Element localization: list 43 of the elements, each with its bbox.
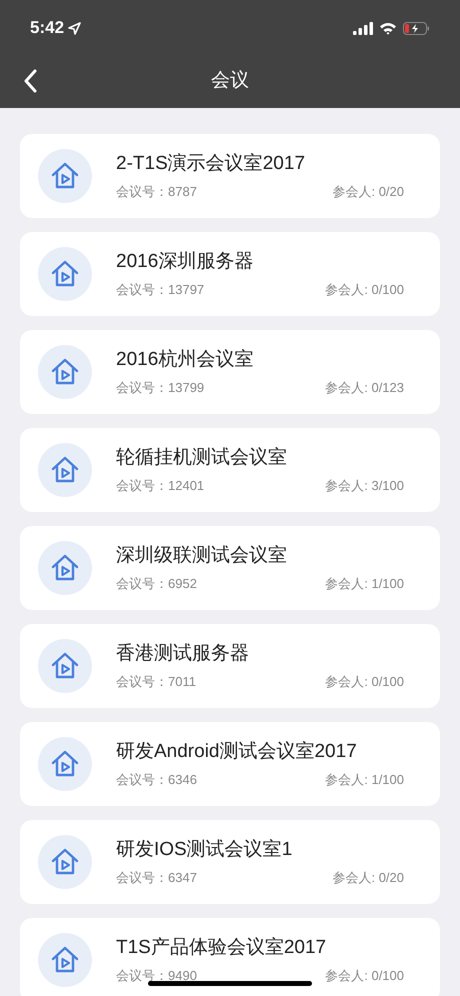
participant-count: 参会人: 0/100 <box>325 280 404 299</box>
meeting-card[interactable]: 2-T1S演示会议室2017 会议号：8787 参会人: 0/20 <box>20 134 440 218</box>
meeting-name: 轮循挂机测试会议室 <box>116 446 288 470</box>
participant-count: 参会人: 0/100 <box>325 966 404 985</box>
meeting-number: 会议号：9490 <box>116 966 197 985</box>
participant-count: 参会人: 3/100 <box>325 476 404 495</box>
meeting-card[interactable]: 深圳级联测试会议室 会议号：6952 参会人: 1/100 <box>20 526 440 610</box>
meeting-card[interactable]: 2016深圳服务器 会议号：13797 参会人: 0/100 <box>20 232 440 316</box>
participant-count: 参会人: 0/100 <box>325 672 404 691</box>
meeting-name: 深圳级联测试会议室 <box>116 544 288 568</box>
meeting-number: 会议号：8787 <box>116 182 197 201</box>
meeting-number: 会议号：13799 <box>116 378 204 397</box>
status-time: 5:42 <box>30 17 64 40</box>
meeting-name: 香港测试服务器 <box>116 642 250 666</box>
meeting-card[interactable]: T1S产品体验会议室2017 会议号：9490 参会人: 0/100 <box>20 918 440 996</box>
wifi-icon <box>379 22 397 34</box>
meeting-name: 2016杭州会议室 <box>116 348 254 372</box>
meeting-number: 会议号：6952 <box>116 574 197 593</box>
meeting-name: 2016深圳服务器 <box>116 250 254 274</box>
meeting-number: 会议号：7011 <box>116 672 196 691</box>
meeting-number: 会议号：6346 <box>116 770 197 789</box>
meeting-card[interactable]: 2016杭州会议室 会议号：13799 参会人: 0/123 <box>20 330 440 414</box>
meeting-number: 会议号：12401 <box>116 476 204 495</box>
meeting-name: 研发IOS测试会议室1 <box>116 838 294 862</box>
participant-count: 参会人: 0/123 <box>325 378 404 397</box>
page-title: 会议 <box>211 68 249 93</box>
meeting-name: 2-T1S演示会议室2017 <box>116 152 306 176</box>
participant-count: 参会人: 1/100 <box>325 574 404 593</box>
meeting-card[interactable]: 轮循挂机测试会议室 会议号：12401 参会人: 3/100 <box>20 428 440 512</box>
meeting-card[interactable]: 研发Android测试会议室2017 会议号：6346 参会人: 1/100 <box>20 722 440 806</box>
battery-icon <box>403 22 430 34</box>
signal-icon <box>353 22 373 34</box>
participant-count: 参会人: 0/20 <box>332 868 404 887</box>
meeting-number: 会议号：13797 <box>116 280 204 299</box>
participant-count: 参会人: 1/100 <box>325 770 404 789</box>
meeting-card[interactable]: 香港测试服务器 会议号：7011 参会人: 0/100 <box>20 624 440 708</box>
location-arrow-icon <box>68 22 82 34</box>
back-chevron-icon <box>23 69 37 93</box>
meeting-card[interactable]: 研发IOS测试会议室1 会议号：6347 参会人: 0/20 <box>20 820 440 904</box>
meeting-number: 会议号：6347 <box>116 868 197 887</box>
meeting-name: T1S产品体验会议室2017 <box>116 936 328 960</box>
meeting-name: 研发Android测试会议室2017 <box>116 740 358 764</box>
participant-count: 参会人: 0/20 <box>332 182 404 201</box>
